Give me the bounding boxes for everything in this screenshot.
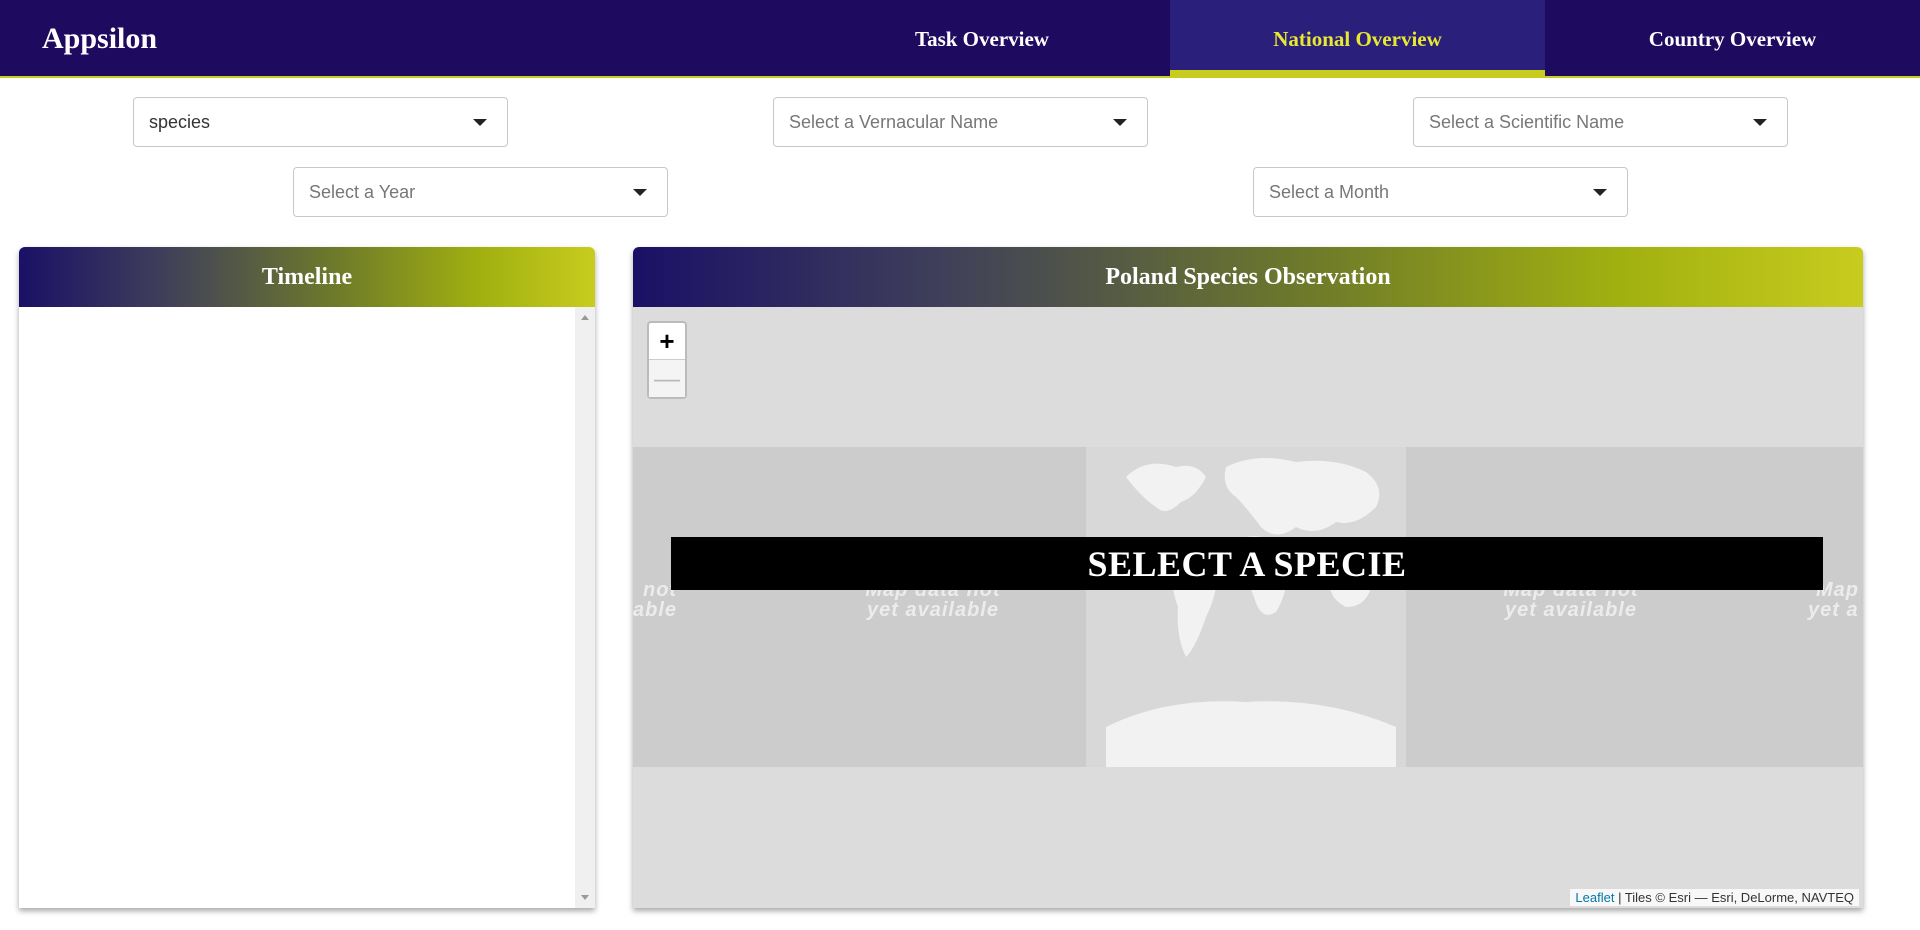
timeline-card: Timeline: [19, 247, 595, 908]
timeline-scrollbar[interactable]: [575, 307, 595, 908]
map-canvas[interactable]: not able Map data not yet available Map …: [633, 307, 1863, 908]
tile-no-data-line2: yet available: [1505, 599, 1637, 621]
kind-select[interactable]: species: [133, 97, 508, 147]
tile-edge-right-line2: yet a: [1808, 599, 1859, 621]
select-specie-overlay: SELECT A SPECIE: [671, 537, 1823, 590]
year-select[interactable]: Select a Year: [293, 167, 668, 217]
leaflet-link[interactable]: Leaflet: [1575, 890, 1614, 905]
map-attribution: Leaflet | Tiles © Esri — Esri, DeLorme, …: [1570, 889, 1859, 906]
zoom-control: + —: [647, 321, 687, 399]
vernacular-name-select[interactable]: Select a Vernacular Name: [773, 97, 1148, 147]
chevron-down-icon: [633, 189, 647, 196]
scientific-name-placeholder: Select a Scientific Name: [1429, 111, 1625, 132]
world-map-tile: [1086, 447, 1406, 767]
zoom-in-button[interactable]: +: [649, 323, 685, 360]
tab-national-overview[interactable]: National Overview: [1170, 0, 1545, 78]
map-title: Poland Species Observation: [633, 247, 1863, 307]
map-card: Poland Species Observation not able Map …: [633, 247, 1863, 908]
tab-task-overview[interactable]: Task Overview: [858, 0, 1106, 78]
scientific-name-select[interactable]: Select a Scientific Name: [1413, 97, 1788, 147]
chevron-down-icon: [1113, 119, 1127, 126]
timeline-title: Timeline: [19, 247, 595, 307]
scroll-up-arrow-icon[interactable]: [581, 315, 589, 320]
scroll-down-arrow-icon[interactable]: [581, 895, 589, 900]
vernacular-name-placeholder: Select a Vernacular Name: [789, 111, 999, 132]
top-navbar: Appsilon Task Overview National Overview…: [0, 0, 1920, 78]
tile-no-data-line2: yet available: [867, 599, 999, 621]
chevron-down-icon: [1753, 119, 1767, 126]
zoom-out-button[interactable]: —: [649, 360, 685, 397]
tile-edge-left-line2: able: [633, 599, 678, 621]
month-placeholder: Select a Month: [1269, 181, 1390, 202]
attribution-text: | Tiles © Esri — Esri, DeLorme, NAVTEQ: [1614, 890, 1854, 905]
chevron-down-icon: [1593, 189, 1607, 196]
chevron-down-icon: [473, 119, 487, 126]
world-map-shape: [1106, 458, 1396, 767]
timeline-panel[interactable]: [19, 307, 595, 908]
tab-country-overview[interactable]: Country Overview: [1545, 0, 1920, 78]
brand-logo[interactable]: Appsilon: [42, 22, 157, 56]
year-placeholder: Select a Year: [309, 181, 416, 202]
month-select[interactable]: Select a Month: [1253, 167, 1628, 217]
kind-select-value: species: [149, 111, 211, 132]
